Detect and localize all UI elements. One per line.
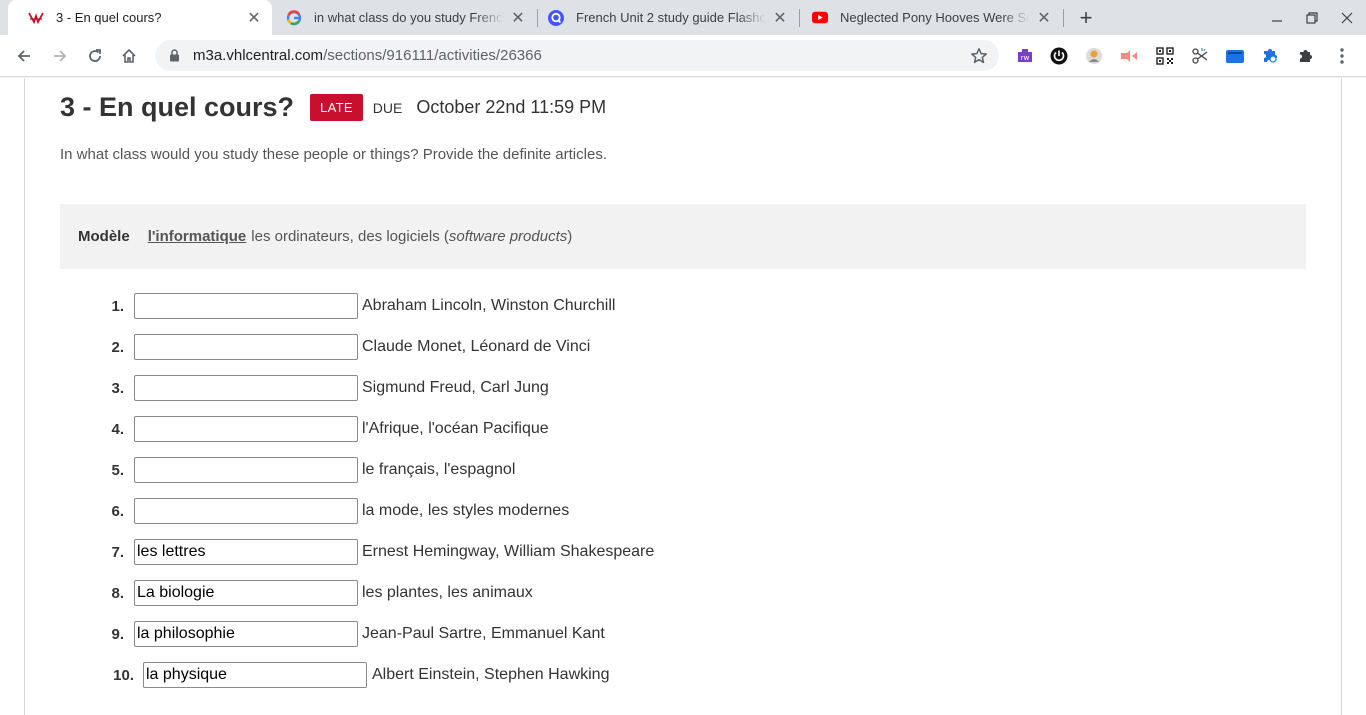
question-row: 10. Albert Einstein, Stephen Hawking xyxy=(0,662,609,688)
tab-title: French Unit 2 study guide Flashcards xyxy=(576,10,766,25)
answer-input[interactable] xyxy=(134,580,358,606)
activity-header: 3 - En quel cours? LATE DUE October 22nd… xyxy=(60,92,606,123)
instructions: In what class would you study these peop… xyxy=(60,146,607,163)
close-window-icon[interactable] xyxy=(1330,0,1364,35)
model-clue-italic: software products xyxy=(448,228,568,245)
address-bar[interactable]: m3a.vhlcentral.com/sections/916111/activ… xyxy=(155,40,999,71)
lock-icon[interactable] xyxy=(169,49,183,62)
url-path: /sections/916111/activities/26366 xyxy=(323,47,542,64)
model-answer: l'informatique xyxy=(147,228,247,245)
late-badge: LATE xyxy=(310,94,363,121)
question-number: 3. xyxy=(111,379,124,397)
answer-input[interactable] xyxy=(134,375,358,401)
due-date: October 22nd 11:59 PM xyxy=(416,97,607,117)
tab-strip: 3 - En quel cours? ✕ in what class do yo… xyxy=(0,0,1366,35)
url-text[interactable]: m3a.vhlcentral.com/sections/916111/activ… xyxy=(193,47,999,64)
minimize-icon[interactable] xyxy=(1260,0,1294,35)
bookmark-star-icon[interactable] xyxy=(969,46,989,66)
question-number: 8. xyxy=(111,584,124,602)
quizlet-icon xyxy=(548,9,564,26)
model-clue-prefix: les ordinateurs, des logiciels ( xyxy=(251,228,449,245)
question-number: 10. xyxy=(113,666,134,684)
answer-input[interactable] xyxy=(134,416,358,442)
answer-input[interactable] xyxy=(134,293,358,319)
extensions-puzzle-icon[interactable] xyxy=(1295,45,1317,67)
question-clue: les plantes, les animaux xyxy=(362,584,533,601)
question-row: 5. le français, l'espagnol xyxy=(0,457,515,483)
question-clue: Albert Einstein, Stephen Hawking xyxy=(372,666,610,683)
close-icon[interactable]: ✕ xyxy=(772,10,788,27)
question-row: 8. les plantes, les animaux xyxy=(0,580,533,606)
model-label: Modèle xyxy=(78,228,130,245)
svg-text:rw: rw xyxy=(1021,54,1030,62)
answer-input[interactable] xyxy=(134,334,358,360)
screencast-extension-icon[interactable] xyxy=(1118,45,1140,67)
forward-icon[interactable] xyxy=(47,43,73,69)
tab-quizlet[interactable]: French Unit 2 study guide Flashcards ✕ xyxy=(538,0,798,35)
close-icon[interactable]: ✕ xyxy=(1036,10,1052,27)
answer-input[interactable] xyxy=(134,498,358,524)
question-number: 1. xyxy=(111,297,124,315)
answer-input[interactable] xyxy=(134,539,358,565)
content-frame-border xyxy=(1341,78,1342,715)
question-row: 1. Abraham Lincoln, Winston Churchill xyxy=(0,293,615,319)
question-row: 2. Claude Monet, Léonard de Vinci xyxy=(0,334,590,360)
browser-toolbar: m3a.vhlcentral.com/sections/916111/activ… xyxy=(0,35,1366,77)
restore-icon[interactable] xyxy=(1295,0,1329,35)
question-number: 4. xyxy=(111,420,124,438)
youtube-icon xyxy=(812,10,828,26)
question-number: 2. xyxy=(111,338,124,356)
question-row: 4. l'Afrique, l'océan Pacifique xyxy=(0,416,549,442)
puzzle-gear-icon[interactable] xyxy=(1259,45,1281,67)
qr-code-icon[interactable] xyxy=(1154,45,1176,67)
tab-google-search[interactable]: in what class do you study French ✕ xyxy=(274,0,536,35)
model-clue-suffix: ) xyxy=(567,228,573,245)
back-icon[interactable] xyxy=(11,43,37,69)
answer-input[interactable] xyxy=(134,621,358,647)
tab-title: Neglected Pony Hooves Were So xyxy=(840,10,1030,25)
question-clue: Sigmund Freud, Carl Jung xyxy=(362,379,549,396)
tab-youtube[interactable]: Neglected Pony Hooves Were So ✕ xyxy=(800,0,1062,35)
tab-separator xyxy=(1063,9,1064,27)
question-number: 5. xyxy=(111,461,124,479)
question-clue: Claude Monet, Léonard de Vinci xyxy=(362,338,591,355)
tab-title: in what class do you study French xyxy=(314,10,504,25)
reload-icon[interactable] xyxy=(82,43,108,69)
question-clue: l'Afrique, l'océan Pacifique xyxy=(362,420,549,437)
readwrite-extension-icon[interactable]: rw xyxy=(1014,45,1036,67)
vhl-icon xyxy=(28,10,44,26)
question-row: 9. Jean-Paul Sartre, Emmanuel Kant xyxy=(0,621,605,647)
question-number: 7. xyxy=(111,543,124,561)
extension-figure-icon[interactable] xyxy=(1083,45,1105,67)
question-clue: la mode, les styles modernes xyxy=(362,502,570,519)
close-icon[interactable]: ✕ xyxy=(246,10,262,27)
more-menu-icon[interactable] xyxy=(1331,45,1353,67)
due-label: DUE xyxy=(372,99,403,116)
question-number: 9. xyxy=(111,625,124,643)
tab-title: 3 - En quel cours? xyxy=(56,10,162,25)
page-title: 3 - En quel cours? xyxy=(60,92,295,122)
question-number: 6. xyxy=(111,502,124,520)
google-icon xyxy=(286,9,302,26)
question-clue: Ernest Hemingway, William Shakespeare xyxy=(362,543,655,560)
answer-input[interactable] xyxy=(143,662,367,688)
answer-input[interactable] xyxy=(134,457,358,483)
question-row: 3. Sigmund Freud, Carl Jung xyxy=(0,375,549,401)
question-clue: le français, l'espagnol xyxy=(362,461,516,478)
model-clue: les ordinateurs, des logiciels (software… xyxy=(251,228,572,245)
screen-extension-icon[interactable] xyxy=(1224,45,1246,67)
new-tab-button[interactable]: + xyxy=(1074,5,1098,30)
model-example-box: Modèle l'informatique les ordinateurs, d… xyxy=(60,204,1306,269)
close-icon[interactable]: ✕ xyxy=(510,10,526,27)
question-clue: Jean-Paul Sartre, Emmanuel Kant xyxy=(362,625,605,642)
page-content: 3 - En quel cours? LATE DUE October 22nd… xyxy=(0,78,1366,715)
tab-en-quel-cours[interactable]: 3 - En quel cours? ✕ xyxy=(8,0,272,35)
power-icon[interactable] xyxy=(1048,45,1070,67)
question-clue: Abraham Lincoln, Winston Churchill xyxy=(362,297,616,314)
scissors-icon[interactable] xyxy=(1189,45,1211,67)
url-host: m3a.vhlcentral.com xyxy=(193,47,324,64)
question-row: 6. la mode, les styles modernes xyxy=(0,498,569,524)
home-icon[interactable] xyxy=(116,43,142,69)
question-row: 7. Ernest Hemingway, William Shakespeare xyxy=(0,539,654,565)
